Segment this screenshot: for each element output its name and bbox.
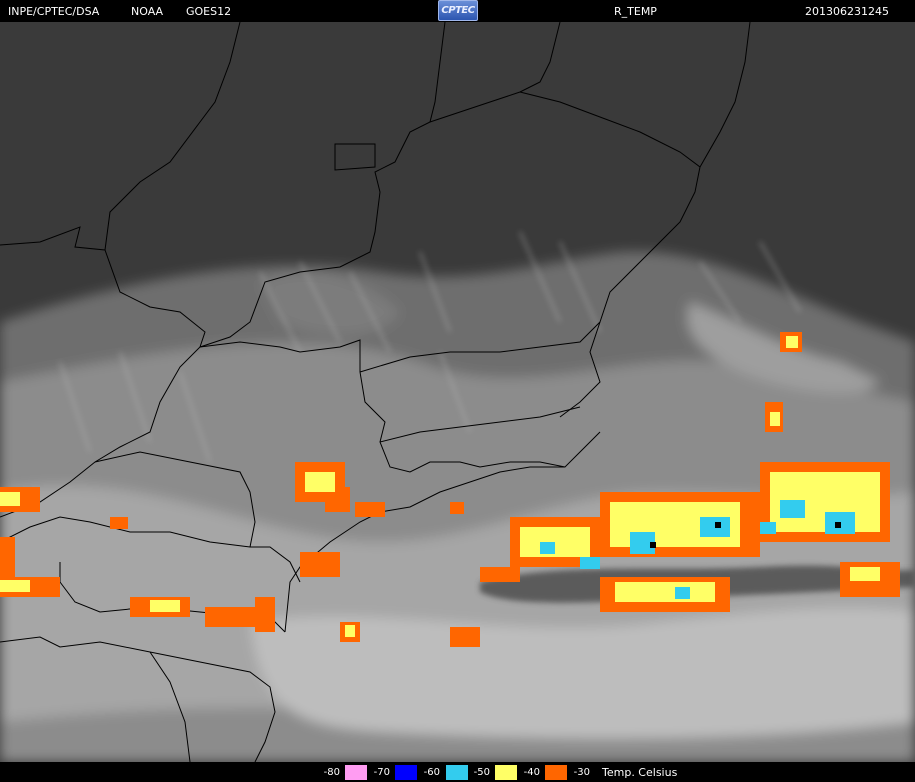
timestamp-label: 201306231245 <box>805 5 889 18</box>
legend-label: -60 <box>423 767 440 778</box>
legend-swatch <box>345 765 367 780</box>
source-label: INPE/CPTEC/DSA <box>8 5 100 18</box>
header-bar: INPE/CPTEC/DSA NOAA GOES12 CPTEC R_TEMP … <box>0 0 915 22</box>
logo-text: CPTEC <box>441 5 475 16</box>
color-legend: -80 -70 -60 -50 -40 -30 Temp. Celsius <box>0 762 915 782</box>
legend-label: -50 <box>473 767 490 778</box>
product-label: R_TEMP <box>614 5 657 18</box>
legend-swatch <box>545 765 567 780</box>
legend-swatch <box>446 765 468 780</box>
satellite-image <box>0 22 915 762</box>
satellite-svg <box>0 22 915 762</box>
legend-label: -30 <box>573 767 590 778</box>
legend-unit-label: Temp. Celsius <box>602 766 678 779</box>
legend-swatch <box>395 765 417 780</box>
legend-label: -70 <box>373 767 390 778</box>
agency-label: NOAA <box>131 5 164 18</box>
legend-label: -80 <box>318 767 340 778</box>
cptec-logo: CPTEC <box>438 0 478 21</box>
satellite-label: GOES12 <box>186 5 232 18</box>
legend-swatch <box>495 765 517 780</box>
legend-label: -40 <box>523 767 540 778</box>
